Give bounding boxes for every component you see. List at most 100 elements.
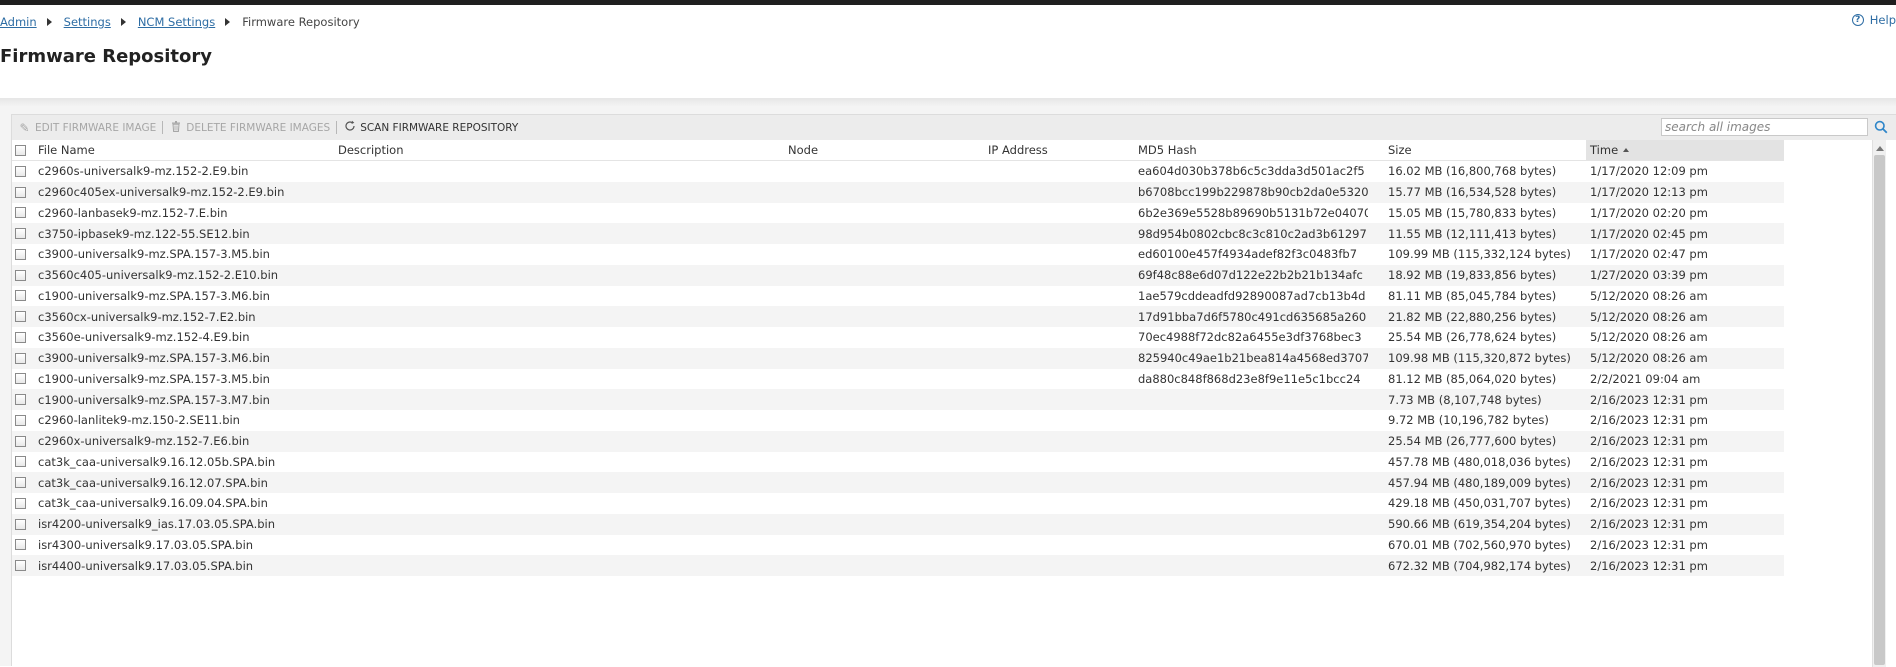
scan-firmware-repository-label: SCAN FIRMWARE REPOSITORY <box>360 121 519 134</box>
md5-hash-cell: 70ec4988f72dc82a6455e3df3768bec3 <box>1138 330 1362 345</box>
size-cell: 590.66 MB (619,354,204 bytes) <box>1388 517 1571 532</box>
table-row[interactable]: c2960-lanlitek9-mz.150-2.SE11.bin 9.72 MB… <box>12 410 1784 431</box>
time-cell: 5/12/2020 08:26 am <box>1590 351 1708 366</box>
row-checkbox[interactable] <box>15 477 26 489</box>
ip-address-cell <box>988 389 1128 410</box>
scan-firmware-repository-button[interactable]: SCAN FIRMWARE REPOSITORY <box>337 115 524 140</box>
row-checkbox[interactable] <box>15 518 26 530</box>
row-select-cell <box>12 203 32 224</box>
table-row[interactable]: c2960s-universalk9-mz.152-2.E9.bin ea604d… <box>12 161 1784 182</box>
row-checkbox[interactable] <box>15 165 26 177</box>
select-all-checkbox[interactable] <box>15 144 26 156</box>
row-checkbox[interactable] <box>15 311 26 323</box>
help-link[interactable]: ? Help <box>1851 13 1896 27</box>
column-header-md5-hash[interactable]: MD5 Hash <box>1138 140 1368 160</box>
md5-hash-cell: 98d954b0802cbc8c3c810c2ad3b61297 <box>1138 226 1367 241</box>
row-checkbox[interactable] <box>15 497 26 509</box>
grid-toolbar: ✎ EDIT FIRMWARE IMAGE DELETE FIRMWARE IM… <box>12 115 1896 140</box>
row-checkbox[interactable] <box>15 269 26 281</box>
breadcrumb-admin[interactable]: Admin <box>0 15 37 29</box>
file-name-cell: c2960c405ex-universalk9-mz.152-2.E9.bin <box>38 185 285 200</box>
row-select-cell <box>12 555 32 576</box>
ip-address-cell <box>988 306 1128 327</box>
table-row[interactable]: c1900-universalk9-mz.SPA.157-3.M7.bin 7.7… <box>12 389 1784 410</box>
column-header-node[interactable]: Node <box>788 140 948 160</box>
delete-firmware-images-button[interactable]: DELETE FIRMWARE IMAGES <box>163 115 336 140</box>
column-header-size[interactable]: Size <box>1388 140 1588 160</box>
time-cell: 2/16/2023 12:31 pm <box>1590 413 1708 428</box>
md5-hash-cell: 69f48c88e6d07d122e22b2b21b134afc <box>1138 268 1363 283</box>
table-row[interactable]: c3560e-universalk9-mz.152-4.E9.bin 70ec49… <box>12 327 1784 348</box>
select-all-cell <box>12 140 32 160</box>
row-checkbox[interactable] <box>15 186 26 198</box>
vertical-scrollbar[interactable] <box>1872 140 1886 667</box>
ip-address-cell <box>988 327 1128 348</box>
firmware-grid: ✎ EDIT FIRMWARE IMAGE DELETE FIRMWARE IM… <box>11 114 1896 667</box>
row-checkbox[interactable] <box>15 352 26 364</box>
row-checkbox[interactable] <box>15 228 26 240</box>
table-row[interactable]: cat3k_caa-universalk9.16.12.07.SPA.bin 45… <box>12 472 1784 493</box>
description-cell <box>338 244 658 265</box>
table-row[interactable]: c3560c405-universalk9-mz.152-2.E10.bin 69… <box>12 264 1784 286</box>
ip-address-cell <box>988 369 1128 390</box>
scrollbar-thumb[interactable] <box>1874 155 1885 665</box>
table-row[interactable]: c3900-universalk9-mz.SPA.157-3.M6.bin 825… <box>12 347 1784 369</box>
row-select-cell <box>12 348 32 369</box>
table-row[interactable]: c2960-lanbasek9-mz.152-7.E.bin 6b2e369e55… <box>12 203 1784 224</box>
table-row[interactable]: c3750-ipbasek9-mz.122-55.SE12.bin 98d954b… <box>12 223 1784 244</box>
node-cell <box>788 535 948 556</box>
file-name-cell: c3560c405-universalk9-mz.152-2.E10.bin <box>38 268 279 283</box>
table-row[interactable]: c1900-universalk9-mz.SPA.157-3.M6.bin 1ae… <box>12 286 1784 307</box>
description-cell <box>338 265 658 286</box>
file-name-cell: isr4400-universalk9.17.03.05.SPA.bin <box>38 558 254 573</box>
breadcrumb-ncm-settings[interactable]: NCM Settings <box>138 15 215 29</box>
table-row[interactable]: cat3k_caa-universalk9.16.09.04.SPA.bin 42… <box>12 493 1784 514</box>
table-row[interactable]: cat3k_caa-universalk9.16.12.05b.SPA.bin 4… <box>12 452 1784 473</box>
row-select-cell <box>12 431 32 452</box>
node-cell <box>788 493 948 514</box>
search-input[interactable] <box>1661 118 1868 136</box>
table-row[interactable]: c1900-universalk9-mz.SPA.157-3.M5.bin da8… <box>12 369 1784 390</box>
breadcrumb-settings[interactable]: Settings <box>64 15 111 29</box>
file-name-cell: c3560cx-universalk9-mz.152-7.E2.bin <box>38 309 256 324</box>
description-cell <box>338 514 658 535</box>
table-row[interactable]: isr4300-universalk9.17.03.05.SPA.bin 670.… <box>12 535 1784 556</box>
node-cell <box>788 327 948 348</box>
table-row[interactable]: c3560cx-universalk9-mz.152-7.E2.bin 17d91… <box>12 306 1784 327</box>
table-row[interactable]: c2960x-universalk9-mz.152-7.E6.bin 25.54 … <box>12 430 1784 452</box>
column-header-file-name[interactable]: File Name <box>38 140 306 160</box>
column-header-ip-address[interactable]: IP Address <box>988 140 1128 160</box>
table-row[interactable]: c2960c405ex-universalk9-mz.152-2.E9.bin b… <box>12 181 1784 203</box>
search-button[interactable] <box>1872 118 1890 136</box>
row-checkbox[interactable] <box>15 394 26 406</box>
column-header-description[interactable]: Description <box>338 140 658 160</box>
row-checkbox[interactable] <box>15 560 26 572</box>
row-checkbox[interactable] <box>15 373 26 385</box>
row-select-cell <box>12 389 32 410</box>
row-checkbox[interactable] <box>15 539 26 551</box>
time-cell: 1/17/2020 02:45 pm <box>1590 226 1708 241</box>
row-checkbox[interactable] <box>15 207 26 219</box>
node-cell <box>788 472 948 493</box>
file-name-cell: c1900-universalk9-mz.SPA.157-3.M7.bin <box>38 392 270 407</box>
title-divider <box>0 98 1896 106</box>
row-checkbox[interactable] <box>15 331 26 343</box>
table-row[interactable]: c3900-universalk9-mz.SPA.157-3.M5.bin ed6… <box>12 244 1784 265</box>
row-checkbox[interactable] <box>15 290 26 302</box>
table-row[interactable]: isr4200-universalk9_ias.17.03.05.SPA.bin… <box>12 513 1784 535</box>
row-checkbox[interactable] <box>15 456 26 468</box>
row-checkbox[interactable] <box>15 248 26 260</box>
scroll-up-arrow-icon[interactable] <box>1876 146 1884 151</box>
column-header-time[interactable]: Time <box>1586 140 1784 160</box>
md5-hash-cell <box>1138 410 1368 431</box>
edit-firmware-image-button[interactable]: ✎ EDIT FIRMWARE IMAGE <box>12 115 162 140</box>
node-cell <box>788 265 948 286</box>
row-checkbox[interactable] <box>15 414 26 426</box>
breadcrumb-separator-icon <box>225 18 231 26</box>
size-cell: 18.92 MB (19,833,856 bytes) <box>1388 268 1557 283</box>
description-cell <box>338 348 658 369</box>
table-row[interactable]: isr4400-universalk9.17.03.05.SPA.bin 672.… <box>12 555 1784 576</box>
size-cell: 457.94 MB (480,189,009 bytes) <box>1388 475 1571 490</box>
row-select-cell <box>12 161 32 182</box>
row-checkbox[interactable] <box>15 435 26 447</box>
